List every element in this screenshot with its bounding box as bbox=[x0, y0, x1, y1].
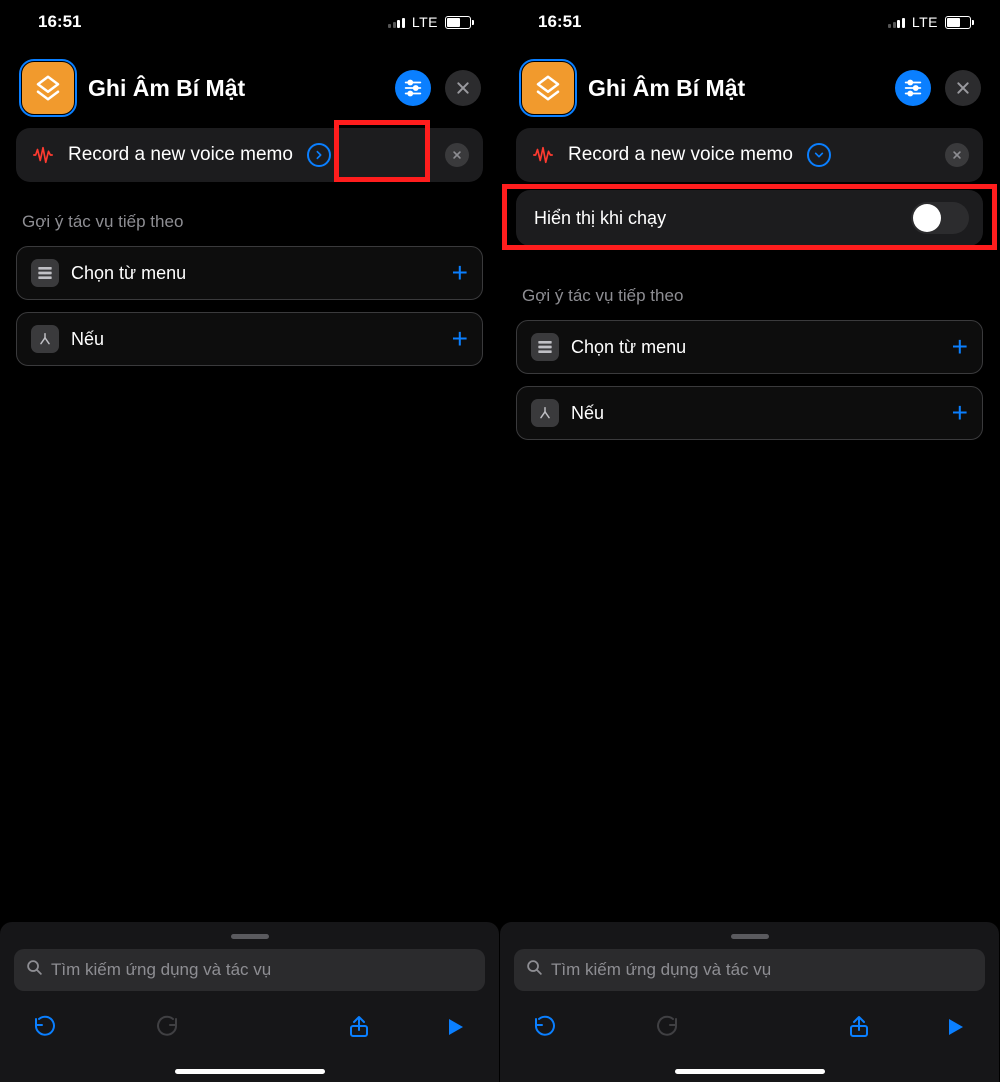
header-row: Ghi Âm Bí Mật bbox=[500, 44, 999, 128]
option-show-when-run: Hiển thị khi chạy bbox=[516, 190, 983, 246]
share-button[interactable] bbox=[841, 1009, 877, 1045]
search-placeholder: Tìm kiếm ứng dụng và tác vụ bbox=[51, 960, 271, 980]
branch-icon bbox=[31, 325, 59, 353]
status-bar: 16:51 LTE bbox=[500, 0, 999, 44]
redo-button[interactable] bbox=[650, 1009, 686, 1045]
page-title[interactable]: Ghi Âm Bí Mật bbox=[588, 75, 881, 102]
suggestions-block: Gợi ý tác vụ tiếp theo Chọn từ menu + Nế… bbox=[0, 182, 499, 366]
search-icon bbox=[526, 959, 543, 981]
status-indicators: LTE bbox=[888, 14, 971, 30]
action-label: Record a new voice memo bbox=[568, 144, 793, 166]
status-bar: 16:51 LTE bbox=[0, 0, 499, 44]
branch-icon bbox=[531, 399, 559, 427]
search-placeholder: Tìm kiếm ứng dụng và tác vụ bbox=[551, 960, 771, 980]
share-button[interactable] bbox=[341, 1009, 377, 1045]
status-time: 16:51 bbox=[538, 12, 581, 32]
grabber-handle[interactable] bbox=[231, 934, 269, 939]
network-label: LTE bbox=[912, 14, 938, 30]
status-time: 16:51 bbox=[38, 12, 81, 32]
shortcut-icon[interactable] bbox=[22, 62, 74, 114]
close-button[interactable] bbox=[945, 70, 981, 106]
suggestion-label: Chọn từ menu bbox=[571, 337, 940, 358]
suggestion-item-if[interactable]: Nếu + bbox=[516, 386, 983, 440]
close-button[interactable] bbox=[445, 70, 481, 106]
action-area: Record a new voice memo bbox=[0, 128, 499, 182]
plus-icon: + bbox=[452, 325, 468, 353]
suggestions-block: Gợi ý tác vụ tiếp theo Chọn từ menu + Nế… bbox=[500, 256, 999, 440]
page-title[interactable]: Ghi Âm Bí Mật bbox=[88, 75, 381, 102]
suggestion-label: Nếu bbox=[571, 403, 940, 424]
expand-down-icon[interactable] bbox=[807, 143, 831, 167]
expand-right-icon[interactable] bbox=[307, 143, 331, 167]
undo-button[interactable] bbox=[526, 1009, 562, 1045]
suggestion-label: Chọn từ menu bbox=[71, 263, 440, 284]
search-input[interactable]: Tìm kiếm ứng dụng và tác vụ bbox=[514, 949, 985, 991]
voice-memo-icon bbox=[30, 142, 56, 168]
toolbar bbox=[514, 991, 985, 1069]
show-when-run-toggle[interactable] bbox=[911, 202, 969, 234]
suggestion-item-menu[interactable]: Chọn từ menu + bbox=[16, 246, 483, 300]
settings-button[interactable] bbox=[895, 70, 931, 106]
status-indicators: LTE bbox=[388, 14, 471, 30]
home-indicator[interactable] bbox=[675, 1069, 825, 1074]
option-label: Hiển thị khi chạy bbox=[534, 208, 666, 229]
suggestion-label: Nếu bbox=[71, 329, 440, 350]
network-label: LTE bbox=[412, 14, 438, 30]
action-card[interactable]: Record a new voice memo bbox=[516, 128, 983, 182]
search-input[interactable]: Tìm kiếm ứng dụng và tác vụ bbox=[14, 949, 485, 991]
remove-action-button[interactable] bbox=[945, 143, 969, 167]
plus-icon: + bbox=[952, 333, 968, 361]
remove-action-button[interactable] bbox=[445, 143, 469, 167]
battery-icon bbox=[945, 16, 971, 29]
menu-icon bbox=[31, 259, 59, 287]
voice-memo-icon bbox=[530, 142, 556, 168]
signal-icon bbox=[388, 16, 405, 28]
plus-icon: + bbox=[952, 399, 968, 427]
redo-button[interactable] bbox=[150, 1009, 186, 1045]
shortcut-icon[interactable] bbox=[522, 62, 574, 114]
toolbar bbox=[14, 991, 485, 1069]
grabber-handle[interactable] bbox=[731, 934, 769, 939]
suggestions-header: Gợi ý tác vụ tiếp theo bbox=[500, 256, 999, 320]
suggestion-item-if[interactable]: Nếu + bbox=[16, 312, 483, 366]
bottom-sheet[interactable]: Tìm kiếm ứng dụng và tác vụ bbox=[500, 922, 999, 1082]
screenshot-left: 16:51 LTE Ghi Âm Bí Mật bbox=[0, 0, 500, 1082]
search-icon bbox=[26, 959, 43, 981]
signal-icon bbox=[888, 16, 905, 28]
suggestions-header: Gợi ý tác vụ tiếp theo bbox=[0, 182, 499, 246]
undo-button[interactable] bbox=[26, 1009, 62, 1045]
bottom-sheet[interactable]: Tìm kiếm ứng dụng và tác vụ bbox=[0, 922, 499, 1082]
action-label: Record a new voice memo bbox=[68, 144, 293, 166]
home-indicator[interactable] bbox=[175, 1069, 325, 1074]
header-row: Ghi Âm Bí Mật bbox=[0, 44, 499, 128]
battery-icon bbox=[445, 16, 471, 29]
screenshot-right: 16:51 LTE Ghi Âm Bí Mật bbox=[500, 0, 1000, 1082]
suggestion-item-menu[interactable]: Chọn từ menu + bbox=[516, 320, 983, 374]
menu-icon bbox=[531, 333, 559, 361]
action-area: Record a new voice memo Hiển thị khi chạ… bbox=[500, 128, 999, 246]
run-button[interactable] bbox=[937, 1009, 973, 1045]
action-card[interactable]: Record a new voice memo bbox=[16, 128, 483, 182]
run-button[interactable] bbox=[437, 1009, 473, 1045]
plus-icon: + bbox=[452, 259, 468, 287]
settings-button[interactable] bbox=[395, 70, 431, 106]
